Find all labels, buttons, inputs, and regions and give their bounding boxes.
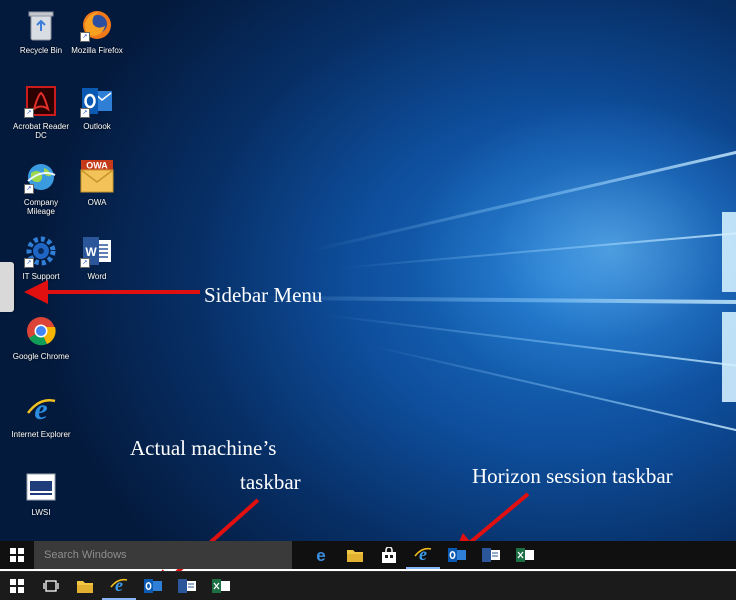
icon-label: Company Mileage (23, 198, 59, 216)
callout-actual-taskbar-line2: taskbar (240, 470, 301, 494)
wallpaper-beam (250, 295, 736, 304)
acrobat-icon: ↗ (24, 84, 58, 118)
wallpaper-beam (341, 232, 736, 269)
wallpaper-beam (310, 150, 736, 252)
start-button[interactable] (0, 572, 34, 600)
taskbar-file-explorer[interactable] (68, 572, 102, 600)
word-icon (178, 579, 196, 593)
svg-text:e: e (419, 545, 427, 563)
svg-text:e: e (115, 576, 123, 594)
taskbar-word[interactable] (170, 572, 204, 600)
wallpaper-window-pane (722, 312, 736, 402)
desktop-icon-firefox[interactable]: ↗ Mozilla Firefox (66, 8, 128, 55)
taskbar-outlook[interactable] (136, 572, 170, 600)
gear-icon: ↗ (24, 234, 58, 268)
horizon-session-taskbar: Search Windows e e (0, 541, 736, 569)
desktop-icon-word[interactable]: W ↗ Word (66, 234, 128, 281)
desktop-icon-it-support[interactable]: ↗ IT Support (10, 234, 72, 281)
start-button[interactable] (0, 541, 34, 569)
lwsi-icon (24, 470, 58, 504)
wallpaper-window-pane (722, 212, 736, 292)
icon-label: OWA (87, 198, 107, 207)
firefox-icon: ↗ (80, 8, 114, 42)
search-windows-box[interactable]: Search Windows (34, 541, 292, 569)
taskbar-edge[interactable]: e (304, 541, 338, 569)
desktop: Recycle Bin ↗ Mozilla Firefox ↗ Acrobat … (0, 0, 736, 541)
desktop-icon-internet-explorer[interactable]: e Internet Explorer (10, 392, 72, 439)
taskbar-excel[interactable] (508, 541, 542, 569)
icon-label: LWSI (31, 508, 51, 517)
icon-label: Word (87, 272, 107, 281)
taskbar-internet-explorer[interactable]: e (102, 572, 136, 600)
file-explorer-icon (347, 550, 363, 562)
taskbar-outlook[interactable] (440, 541, 474, 569)
icon-label: Google Chrome (12, 352, 70, 361)
globe-icon: ↗ (24, 160, 58, 194)
sidebar-menu-tab[interactable] (0, 262, 14, 312)
desktop-icon-outlook[interactable]: ↗ Outlook (66, 84, 128, 131)
desktop-icon-chrome[interactable]: Google Chrome (10, 314, 72, 361)
store-icon (382, 547, 396, 563)
icon-label: Mozilla Firefox (71, 46, 123, 55)
svg-text:e: e (316, 546, 325, 564)
ie-icon: e (110, 576, 128, 594)
icon-label: Internet Explorer (11, 430, 71, 439)
task-view-icon (43, 580, 59, 592)
ie-icon: e (24, 392, 58, 426)
outlook-icon: ↗ (80, 84, 114, 118)
word-icon: W ↗ (80, 234, 114, 268)
word-icon (482, 548, 500, 562)
taskbar-word[interactable] (474, 541, 508, 569)
icon-label: Outlook (83, 122, 111, 131)
excel-icon (212, 579, 230, 593)
svg-text:W: W (85, 245, 97, 259)
taskbar-store[interactable] (372, 541, 406, 569)
callout-sidebar-menu: Sidebar Menu (204, 283, 323, 307)
taskbar-internet-explorer[interactable]: e (406, 541, 440, 569)
taskbar-excel[interactable] (204, 572, 238, 600)
desktop-icon-company-mileage[interactable]: ↗ Company Mileage (10, 160, 72, 216)
owa-icon: OWA (80, 160, 114, 194)
windows-logo-icon (10, 579, 24, 593)
wallpaper-beam (323, 313, 736, 367)
desktop-icon-owa[interactable]: OWA OWA (66, 160, 128, 207)
recycle-bin-icon (24, 8, 58, 42)
icon-label: Acrobat Reader DC (12, 122, 70, 140)
ie-icon: e (414, 545, 432, 563)
taskbar-file-explorer[interactable] (338, 541, 372, 569)
callout-actual-taskbar-line1: Actual machine’s (130, 436, 277, 460)
chrome-icon (24, 314, 58, 348)
svg-text:OWA: OWA (86, 161, 108, 171)
desktop-icon-acrobat[interactable]: ↗ Acrobat Reader DC (10, 84, 72, 140)
callout-horizon-taskbar: Horizon session taskbar (472, 464, 673, 488)
desktop-icon-recycle-bin[interactable]: Recycle Bin (10, 8, 72, 55)
icon-label: Recycle Bin (19, 46, 63, 55)
icon-label: IT Support (22, 272, 60, 281)
file-explorer-icon (77, 581, 93, 593)
excel-icon (516, 548, 534, 562)
outlook-icon (144, 579, 162, 593)
edge-icon: e (316, 546, 325, 564)
desktop-icon-lwsi[interactable]: LWSI (10, 470, 72, 517)
actual-machine-taskbar: e (0, 571, 736, 600)
outlook-icon (448, 548, 466, 562)
windows-logo-icon (10, 548, 24, 562)
task-view-button[interactable] (34, 572, 68, 600)
svg-text:e: e (34, 393, 47, 425)
